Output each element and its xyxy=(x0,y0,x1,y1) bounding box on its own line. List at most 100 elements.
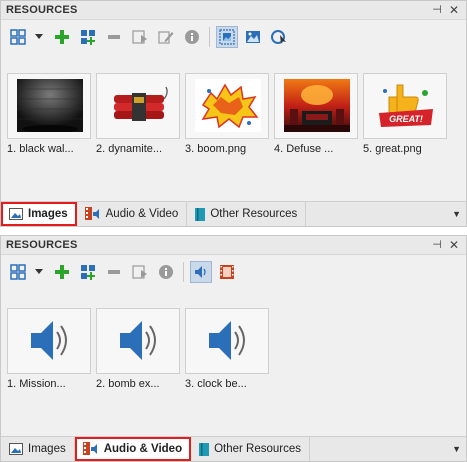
plus-icon xyxy=(55,30,69,44)
plus-icon xyxy=(55,265,69,279)
thumbnail-frame xyxy=(7,73,91,139)
replace-image-button[interactable] xyxy=(268,26,290,48)
book-icon xyxy=(199,442,210,456)
resource-item[interactable]: 1. black wal... xyxy=(7,73,91,155)
pin-icon[interactable]: ⊣ xyxy=(430,3,444,17)
audio-video-icon xyxy=(82,442,99,456)
thumbnail-frame xyxy=(274,73,358,139)
info-button[interactable] xyxy=(155,261,177,283)
audio-file-icon xyxy=(195,314,261,367)
view-mode-dropdown[interactable] xyxy=(33,26,45,48)
resource-item[interactable]: 3. boom.png xyxy=(185,73,269,155)
thumbnail-frame: GREAT! xyxy=(363,73,447,139)
remove-resource-button[interactable] xyxy=(103,261,125,283)
minus-icon xyxy=(108,35,120,39)
film-icon xyxy=(220,265,234,279)
resource-caption: 3. boom.png xyxy=(185,143,247,155)
close-icon[interactable]: ✕ xyxy=(447,3,461,17)
panel-title: RESOURCES xyxy=(6,4,78,16)
show-video-toggle[interactable] xyxy=(216,261,238,283)
image-frame-icon xyxy=(219,29,235,45)
edit-resource-button[interactable] xyxy=(155,26,177,48)
pin-icon[interactable]: ⊣ xyxy=(430,238,444,252)
grid-view-icon xyxy=(10,264,26,280)
tab-label: Audio & Video xyxy=(103,443,183,455)
thumbnail-frame xyxy=(7,308,91,374)
resource-caption: 5. great.png xyxy=(363,143,422,155)
resource-item[interactable]: 3. clock be... xyxy=(185,308,269,390)
resources-toolbar xyxy=(7,24,294,50)
resource-item[interactable]: 2. dynamite... xyxy=(96,73,180,155)
picture-icon xyxy=(246,31,260,43)
tab-label: Other Resources xyxy=(210,208,298,220)
tab-label: Audio & Video xyxy=(105,208,179,220)
resource-tabbar: Images Audio & Video Other Resources ▼ xyxy=(1,201,466,226)
resource-caption: 4. Defuse ... xyxy=(274,143,334,155)
preview-button[interactable] xyxy=(129,26,151,48)
resource-item[interactable]: 4. Defuse ... xyxy=(274,73,358,155)
thumbnail-frame xyxy=(96,308,180,374)
defuse-thumbnail xyxy=(284,79,350,132)
thumbnail-frame xyxy=(185,73,269,139)
resources-panel-audio-video: RESOURCES ⊣ ✕ 1. Mission... 2. bomb ex..… xyxy=(0,235,467,462)
add-from-library-button[interactable] xyxy=(77,26,99,48)
add-resource-button[interactable] xyxy=(51,26,73,48)
add-from-library-button[interactable] xyxy=(77,261,99,283)
resource-caption: 2. dynamite... xyxy=(96,143,163,155)
tab-other-resources[interactable]: Other Resources xyxy=(187,202,307,226)
tab-overflow-arrow[interactable]: ▼ xyxy=(452,444,461,454)
add-resource-button[interactable] xyxy=(51,261,73,283)
preview-icon xyxy=(132,30,147,44)
audio-file-icon xyxy=(106,314,172,367)
preview-icon xyxy=(132,265,147,279)
resource-caption: 2. bomb ex... xyxy=(96,378,160,390)
boom-thumbnail xyxy=(195,79,261,132)
grid-view-icon xyxy=(10,29,26,45)
tab-label: Other Resources xyxy=(214,443,302,455)
resource-item[interactable]: 2. bomb ex... xyxy=(96,308,180,390)
library-icon xyxy=(81,265,95,280)
tab-audio-video[interactable]: Audio & Video xyxy=(77,202,188,226)
edit-icon xyxy=(158,31,174,44)
resource-item[interactable]: GREAT! 5. great.png xyxy=(363,73,447,155)
view-mode-button[interactable] xyxy=(7,26,29,48)
thumbnail-frame xyxy=(96,73,180,139)
tab-audio-video[interactable]: Audio & Video xyxy=(74,437,192,461)
resource-item[interactable]: 1. Mission... xyxy=(7,308,91,390)
resources-toolbar xyxy=(7,259,242,285)
black-wall-thumbnail xyxy=(17,79,83,132)
panel-titlebar: RESOURCES ⊣ ✕ xyxy=(1,236,466,255)
resource-thumbnails: 1. black wal... 2. dynamite... 3. boom.p… xyxy=(7,73,452,155)
svg-text:GREAT!: GREAT! xyxy=(389,114,423,124)
tab-images[interactable]: Images xyxy=(1,437,75,461)
audio-file-icon xyxy=(17,314,83,367)
image-icon xyxy=(9,443,23,455)
view-mode-dropdown[interactable] xyxy=(33,261,45,283)
tab-label: Images xyxy=(28,443,66,455)
show-images-toggle[interactable] xyxy=(216,26,238,48)
tab-overflow-arrow[interactable]: ▼ xyxy=(452,209,461,219)
close-icon[interactable]: ✕ xyxy=(447,238,461,252)
toolbar-separator xyxy=(183,262,184,282)
info-button[interactable] xyxy=(181,26,203,48)
book-icon xyxy=(195,207,206,221)
great-thumbnail: GREAT! xyxy=(373,79,439,132)
resource-caption: 1. Mission... xyxy=(7,378,66,390)
panel-title: RESOURCES xyxy=(6,239,78,251)
library-icon xyxy=(81,30,95,45)
resource-thumbnails: 1. Mission... 2. bomb ex... 3. clock be.… xyxy=(7,308,274,390)
dynamite-thumbnail xyxy=(106,79,172,132)
image-icon xyxy=(9,208,23,220)
thumbnail-frame xyxy=(185,308,269,374)
view-mode-button[interactable] xyxy=(7,261,29,283)
remove-resource-button[interactable] xyxy=(103,26,125,48)
preview-button[interactable] xyxy=(129,261,151,283)
info-icon xyxy=(185,30,199,44)
tab-other-resources[interactable]: Other Resources xyxy=(191,437,311,461)
resource-caption: 1. black wal... xyxy=(7,143,74,155)
show-audio-toggle[interactable] xyxy=(190,261,212,283)
show-image-picture-toggle[interactable] xyxy=(242,26,264,48)
tab-images[interactable]: Images xyxy=(1,202,77,226)
chevron-down-icon xyxy=(35,34,43,39)
info-icon xyxy=(159,265,173,279)
